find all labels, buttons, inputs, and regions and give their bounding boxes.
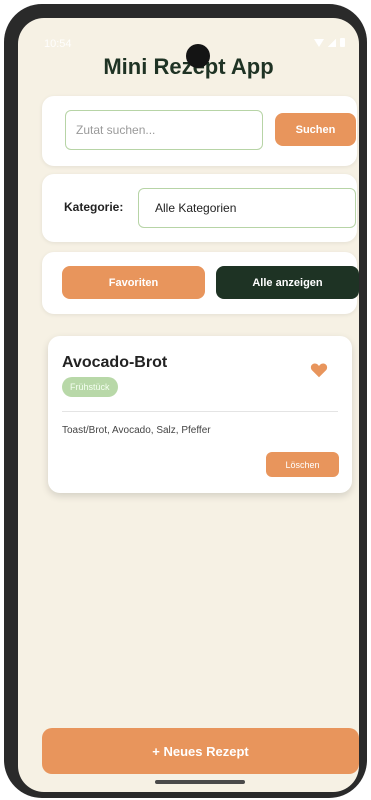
delete-button[interactable]: Löschen (266, 452, 339, 477)
divider (62, 411, 338, 412)
status-time: 10:54 (44, 38, 72, 50)
category-card: Kategorie: Alle Kategorien (42, 174, 357, 242)
recipe-card: Avocado-Brot Frühstück Toast/Brot, Avoca… (48, 336, 352, 493)
app-screen: 10:54 Mini Rezept App Suchen Kategorie: … (18, 18, 359, 792)
battery-icon (340, 38, 345, 47)
status-icons (314, 38, 345, 47)
show-all-button[interactable]: Alle anzeigen (216, 266, 359, 299)
category-label: Kategorie: (64, 200, 124, 214)
status-bar: 10:54 (18, 18, 359, 50)
favorite-heart-icon[interactable] (310, 362, 328, 378)
category-badge: Frühstück (62, 377, 118, 397)
front-camera (186, 44, 210, 68)
filter-card: Favoriten Alle anzeigen (42, 252, 359, 314)
home-indicator[interactable] (155, 780, 245, 784)
category-select[interactable]: Alle Kategorien (138, 188, 356, 228)
recipe-title: Avocado-Brot (62, 354, 168, 371)
search-button[interactable]: Suchen (275, 113, 356, 146)
search-input[interactable] (65, 110, 263, 150)
wifi-icon (314, 38, 324, 47)
phone-frame: 10:54 Mini Rezept App Suchen Kategorie: … (4, 4, 367, 798)
signal-icon (328, 38, 336, 47)
new-recipe-button[interactable]: + Neues Rezept (42, 728, 359, 774)
favorites-button[interactable]: Favoriten (62, 266, 205, 299)
recipe-ingredients: Toast/Brot, Avocado, Salz, Pfeffer (62, 425, 211, 436)
search-card: Suchen (42, 96, 357, 166)
